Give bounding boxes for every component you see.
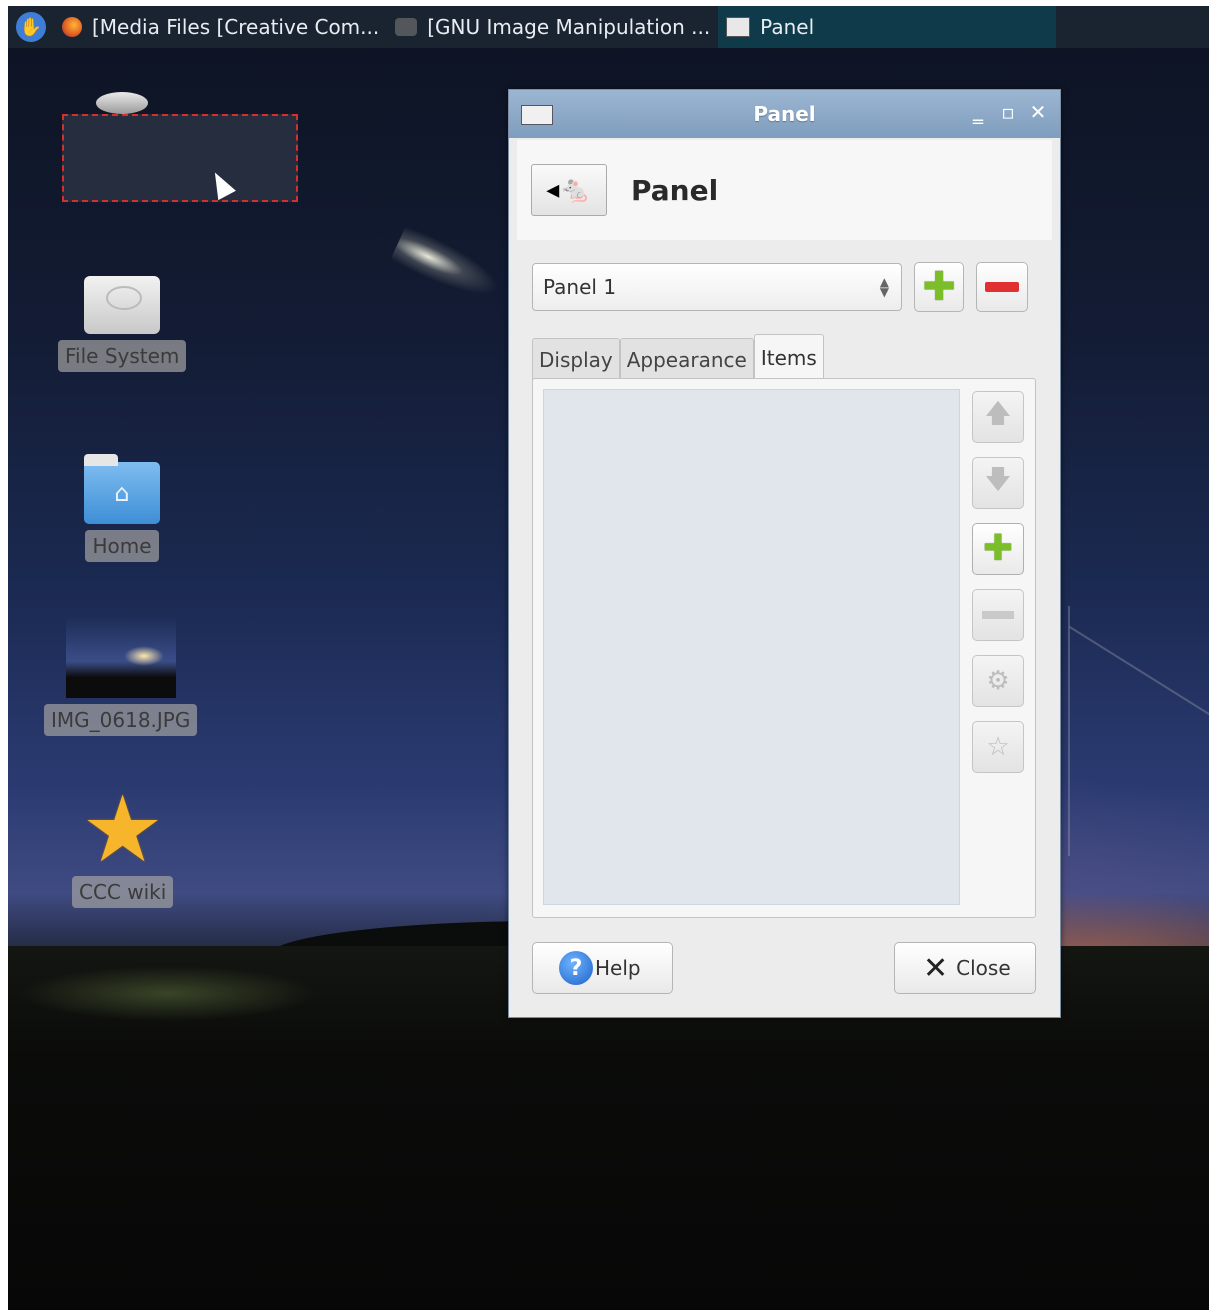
item-settings-button[interactable]: ⚙	[972, 655, 1024, 707]
desktop-icon-label: File System	[58, 340, 187, 372]
maximize-button[interactable]: ▫	[998, 100, 1018, 124]
tab-items[interactable]: Items	[753, 334, 824, 380]
remove-item-button[interactable]	[972, 589, 1024, 641]
arrow-down-icon: 🡇	[984, 465, 1012, 495]
window-titlebar[interactable]: Panel ‗ ▫ ✕	[509, 90, 1060, 138]
add-icon: ✚	[922, 264, 956, 310]
remove-icon	[982, 611, 1014, 619]
close-icon: ✕	[923, 950, 949, 986]
close-label: Close	[956, 956, 1011, 980]
settings-icon: ⚙	[986, 666, 1010, 696]
wallpaper-structure	[1068, 606, 1209, 856]
taskbar: ✋ [Media Files [Creative Com... [GNU Ima…	[8, 6, 1209, 48]
dialog-header: ◂🐁 Panel	[517, 140, 1052, 240]
remove-panel-button[interactable]	[976, 262, 1028, 312]
arrow-up-icon: 🡅	[984, 399, 1012, 429]
add-icon: ✚	[982, 528, 1014, 569]
desktop-icon-home[interactable]: ⌂ Home	[84, 454, 160, 562]
help-label: Help	[595, 956, 641, 980]
help-icon: ?	[559, 951, 593, 985]
close-button[interactable]: ✕ Close	[894, 942, 1036, 994]
desktop-icon-ccc-wiki[interactable]: ★ CCC wiki	[72, 776, 174, 908]
panel-icon	[726, 17, 751, 37]
rubber-band-selection	[62, 114, 298, 202]
move-up-button[interactable]: 🡅	[972, 391, 1024, 443]
home-folder-icon: ⌂	[84, 454, 160, 524]
wallpaper-bushes	[18, 966, 318, 1021]
desktop-icon-file-system[interactable]: File System	[58, 276, 187, 372]
removable-drive-icon[interactable]	[96, 92, 148, 114]
tab-appearance[interactable]: Appearance	[619, 338, 754, 380]
desktop-icon-image[interactable]: IMG_0618.JPG	[44, 616, 198, 736]
panel-select[interactable]: Panel 1 ▲ ▼	[532, 263, 902, 311]
task-label: Panel	[760, 15, 815, 39]
tab-bar: Display Appearance Items	[532, 334, 824, 380]
task-gimp[interactable]: [GNU Image Manipulation ...	[387, 6, 718, 48]
task-label: [GNU Image Manipulation ...	[427, 15, 711, 39]
close-window-button[interactable]: ✕	[1028, 100, 1048, 124]
move-down-button[interactable]: 🡇	[972, 457, 1024, 509]
item-about-button[interactable]: ☆	[972, 721, 1024, 773]
add-panel-button[interactable]: ✚	[914, 262, 964, 312]
xfce-logo-icon: ✋	[16, 12, 46, 42]
task-panel[interactable]: Panel	[718, 6, 1057, 48]
panel-icon	[521, 105, 553, 125]
applications-menu-button[interactable]: ✋	[8, 6, 54, 48]
desktop-icon-label: Home	[85, 530, 159, 562]
panel-dialog: Panel ‗ ▫ ✕ ◂🐁 Panel Panel 1 ▲ ▼ ✚ Displa…	[508, 89, 1061, 1018]
star-icon: ☆	[986, 732, 1010, 762]
spin-arrows-icon: ▲ ▼	[879, 275, 889, 299]
help-button[interactable]: ? Help	[532, 942, 673, 994]
desktop-icon-label: CCC wiki	[72, 876, 174, 908]
image-thumbnail-icon	[65, 616, 176, 698]
header-title: Panel	[631, 173, 719, 207]
remove-icon	[985, 282, 1019, 292]
gimp-icon	[395, 18, 418, 36]
tab-display[interactable]: Display	[532, 338, 620, 380]
wallpaper-light	[389, 224, 507, 308]
items-list[interactable]	[543, 389, 960, 905]
minimize-button[interactable]: ‗	[968, 100, 988, 124]
panel-select-value: Panel 1	[543, 275, 617, 299]
panel-mouse-icon: ◂🐁	[531, 164, 607, 216]
task-label: [Media Files [Creative Com...	[92, 15, 380, 39]
desktop-icon-label: IMG_0618.JPG	[44, 704, 198, 736]
items-tab-pane: 🡅 🡇 ✚ ⚙ ☆	[532, 378, 1036, 918]
task-firefox[interactable]: [Media Files [Creative Com...	[54, 6, 387, 48]
firefox-icon	[62, 17, 82, 37]
add-item-button[interactable]: ✚	[972, 523, 1024, 575]
star-icon: ★	[81, 776, 164, 883]
hard-disk-icon	[84, 276, 161, 334]
